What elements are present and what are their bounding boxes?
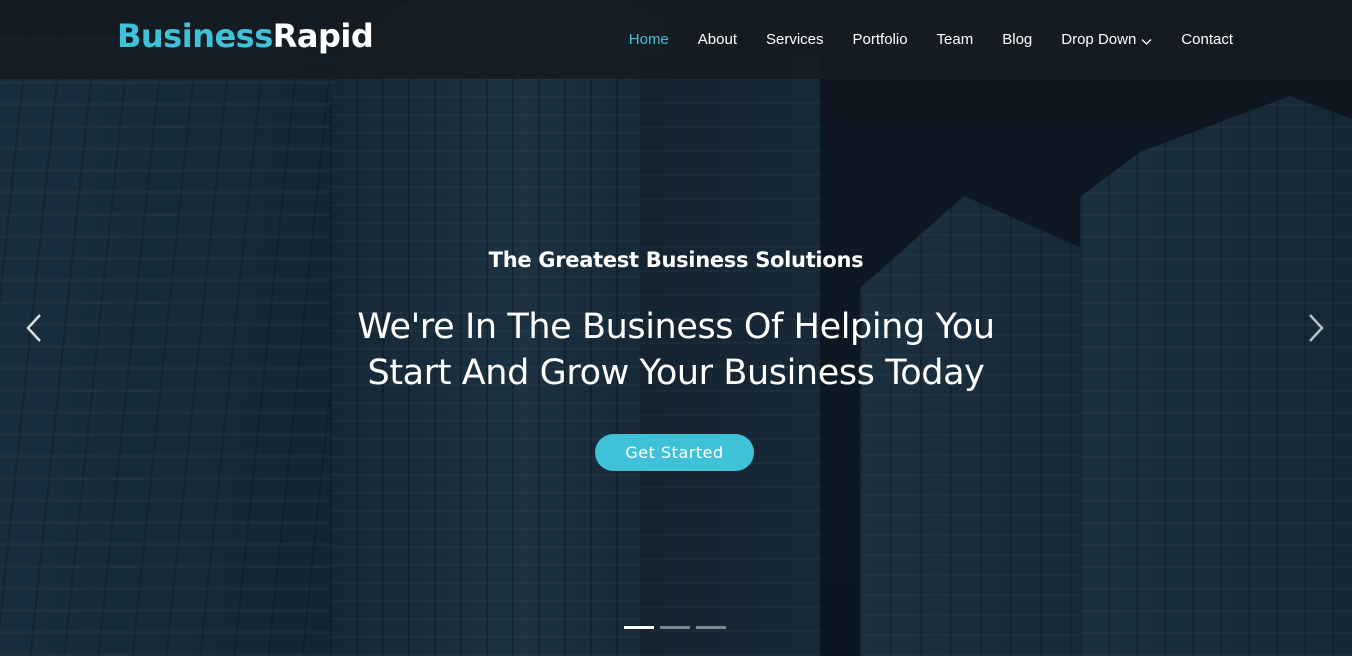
get-started-button[interactable]: Get Started [595, 434, 754, 471]
hero-carousel: BusinessRapid Home About Services Portfo… [0, 0, 1352, 656]
hero-title: We're In The Business Of Helping You Sta… [326, 304, 1026, 396]
nav-item-portfolio[interactable]: Portfolio [853, 31, 908, 48]
chevron-down-icon [1141, 34, 1152, 45]
nav-item-services[interactable]: Services [766, 31, 824, 48]
hero-title-line1: We're In The Business Of Helping You [357, 307, 995, 347]
nav-item-team[interactable]: Team [937, 31, 974, 48]
nav-item-home[interactable]: Home [629, 31, 669, 48]
hero-title-line2: Start And Grow Your Business Today [367, 353, 985, 393]
carousel-indicators [624, 626, 726, 629]
nav-item-drop-down-label: Drop Down [1061, 31, 1137, 48]
nav-item-about[interactable]: About [698, 31, 737, 48]
nav-item-blog[interactable]: Blog [1002, 31, 1032, 48]
chevron-right-icon [1300, 314, 1330, 350]
main-nav: Home About Services Portfolio Team Blog … [600, 0, 1233, 79]
carousel-next-button[interactable] [1300, 310, 1330, 346]
carousel-indicator-2[interactable] [660, 626, 690, 629]
hero-subtitle: The Greatest Business Solutions [488, 248, 864, 272]
brand-logo[interactable]: BusinessRapid [117, 16, 374, 56]
nav-item-drop-down[interactable]: Drop Down [1061, 31, 1152, 48]
brand-logo-part1: Business [117, 17, 273, 55]
chevron-left-icon [20, 314, 50, 350]
hero-content: The Greatest Business Solutions We're In… [0, 0, 1352, 656]
carousel-indicator-3[interactable] [696, 626, 726, 629]
nav-item-contact[interactable]: Contact [1181, 31, 1233, 48]
brand-logo-part2: Rapid [272, 17, 374, 55]
carousel-indicator-1[interactable] [624, 626, 654, 629]
carousel-prev-button[interactable] [20, 310, 50, 346]
site-header: BusinessRapid Home About Services Portfo… [0, 0, 1352, 79]
